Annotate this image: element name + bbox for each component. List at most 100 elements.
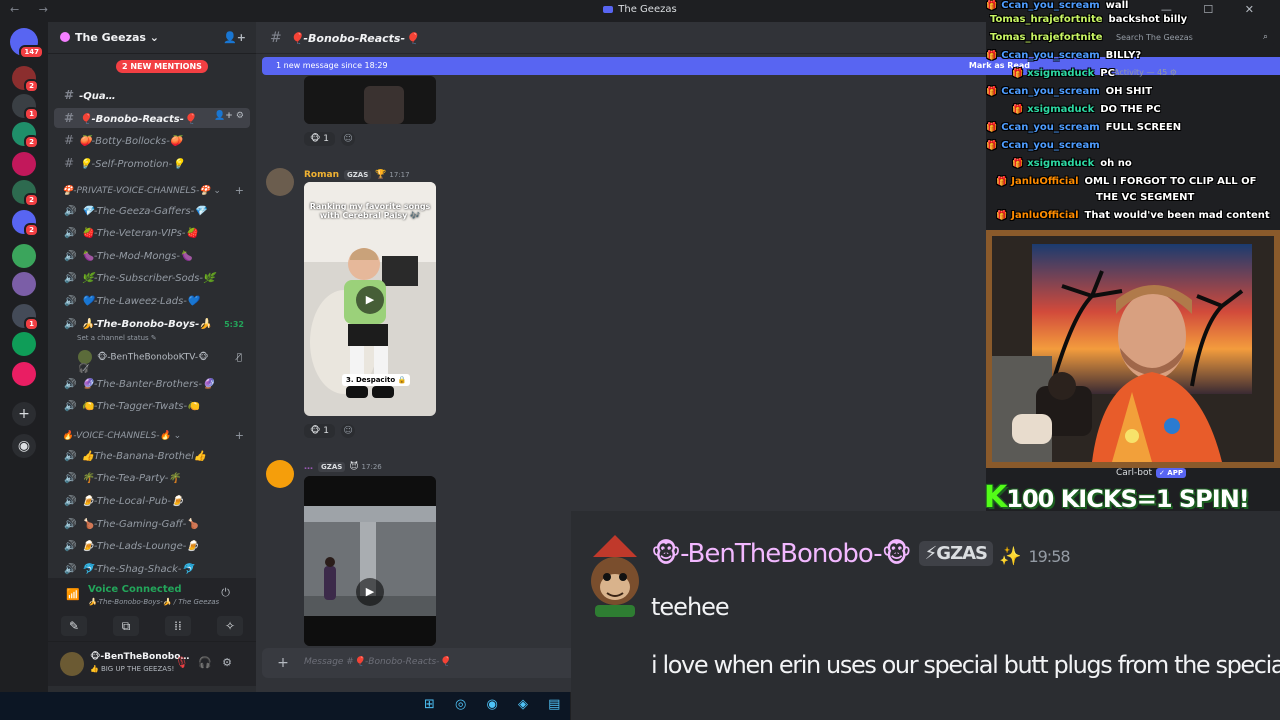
reaction-pill[interactable]: 🐵 1 <box>304 424 336 438</box>
stream-chat-overlay: 🎁 Ccan_you_scream wall Tomas_hrajefortnite b… <box>960 0 1280 230</box>
channel-label: 🍆-The-Mod-Mongs-🍆 <box>81 251 193 262</box>
server-icon[interactable] <box>12 152 36 176</box>
explore-icon[interactable]: ◉ <box>12 434 36 458</box>
channel-status-hint[interactable]: Set a channel status ✎ <box>77 334 157 342</box>
server-icon[interactable]: 2 <box>12 210 39 237</box>
channel-item[interactable]: 🔊 💎-The-Geeza-Gaffers-💎 <box>54 203 250 223</box>
add-reaction-icon[interactable]: ☺ <box>341 424 356 438</box>
gift-badge-icon: 🎁 <box>996 211 1008 221</box>
channel-item[interactable]: 🔊 🍺-The-Local-Pub-🍺 <box>54 493 250 513</box>
server-icon[interactable]: 1 <box>12 94 39 121</box>
play-icon[interactable]: ▶ <box>356 578 384 606</box>
chat-username: JanluOfficial <box>1011 176 1079 187</box>
mic-muted-icon[interactable]: 🎙 <box>174 656 198 669</box>
server-icon[interactable] <box>12 332 36 356</box>
play-icon[interactable]: ▶ <box>356 286 384 314</box>
avatar[interactable] <box>266 168 294 196</box>
channel-item[interactable]: 🔊 🍋-The-Tagger-Twats-🍋 <box>54 398 250 418</box>
taskbar: ⊞ ◎ ◉ ◈ ▤ <box>0 692 570 720</box>
server-icon[interactable]: 2 <box>12 180 39 207</box>
camera-off-icon[interactable]: ✎ <box>61 616 87 636</box>
server-icon[interactable]: 1 <box>12 304 39 331</box>
author-name: 🐵-BenTheBonobo-🐵 <box>651 539 912 569</box>
new-mentions-pill[interactable]: 2 NEW MENTIONS <box>116 60 208 73</box>
channel-settings-icon[interactable]: 👤+ ⚙ <box>214 111 244 121</box>
speaker-icon: 🔊 <box>64 296 77 307</box>
voice-connected-panel: 📶 Voice Connected 🍌-The-Bonobo-Boys-🍌 / … <box>48 578 256 642</box>
composer-placeholder[interactable]: Message #🎈-Bonobo-Reacts-🎈 <box>304 657 451 667</box>
add-attachment-icon[interactable]: + <box>274 654 292 672</box>
media-attachment-prev[interactable] <box>304 76 436 124</box>
add-reaction-icon[interactable]: ☺ <box>341 132 356 146</box>
channel-item[interactable]: 🔊 🍓-The-Veteran-VIPs-🍓 <box>54 225 250 245</box>
server-icon[interactable]: 2 <box>12 122 39 149</box>
channel-item[interactable]: 🔊 🍌-The-Bonobo-Boys-🍌 5:32 <box>54 316 250 336</box>
chat-message: wall <box>1105 0 1129 11</box>
signal-icon[interactable]: 📶 <box>66 588 80 601</box>
mention-badge: 147 <box>19 45 44 59</box>
video-thumbnail <box>304 76 436 124</box>
bot-name: Carl-bot <box>1116 468 1152 478</box>
timestamp: 17:17 <box>389 171 410 179</box>
message-header: … GZAS 😈 17:26 <box>304 462 382 472</box>
channel-item[interactable]: # -Qua… <box>54 85 250 105</box>
video-thumbnail <box>304 476 436 646</box>
voice-channel-path: 🍌-The-Bonobo-Boys-🍌 / The Geezas <box>88 598 220 606</box>
server-icon[interactable] <box>12 272 36 296</box>
channel-item[interactable]: 🔊 🍺-The-Lads-Lounge-🍺 <box>54 538 250 558</box>
server-icon[interactable]: 2 <box>12 66 39 93</box>
channel-label: 💡-Self-Promotion-💡 <box>79 159 185 170</box>
channel-item[interactable]: # 💡-Self-Promotion-💡 <box>54 153 250 173</box>
carlbot-label: Carl-bot ✓ APP <box>1116 468 1186 478</box>
chat-message: FULL SCREEN <box>1105 122 1182 133</box>
channel-item[interactable]: # 🎈-Bonobo-Reacts-🎈 👤+ ⚙ <box>54 108 250 128</box>
avatar[interactable] <box>60 652 84 676</box>
stream-chat-line: 🎁 JanluOfficial OML I FORGOT TO CLIP ALL O… <box>996 176 1256 187</box>
speaker-icon: 🔊 <box>64 319 77 330</box>
reaction-pill[interactable]: 🐵 1 <box>304 132 336 146</box>
channel-item[interactable]: 🔊 🍆-The-Mod-Mongs-🍆 <box>54 248 250 268</box>
voice-connected-label[interactable]: Voice Connected <box>88 584 182 595</box>
chat-message: PC <box>1100 68 1115 79</box>
reaction-row: 🐵 1 ☺ <box>304 424 356 442</box>
stream-chat-line: 🎁 Ccan_you_scream BILLY? <box>986 50 1141 61</box>
channel-category[interactable]: 🔥-VOICE-CHANNELS-🔥 ⌄ <box>62 431 181 441</box>
channel-item[interactable]: 🔊 👍The-Banana-Brothel👍 <box>54 448 250 468</box>
speaker-icon: 🔊 <box>64 451 77 462</box>
speaker-icon: 🔊 <box>64 206 77 217</box>
disconnect-icon[interactable]: ⏻ <box>221 586 240 600</box>
channel-item[interactable]: 🔊 🌿-The-Subscriber-Sods-🌿 <box>54 270 250 290</box>
author-name[interactable]: … <box>304 462 313 472</box>
channel-item[interactable]: 🔊 🔮-The-Banter-Brothers-🔮 <box>54 376 250 396</box>
server-icon[interactable] <box>12 362 36 386</box>
channel-category[interactable]: 🍄-PRIVATE-VOICE-CHANNELS-🍄 ⌄ <box>62 186 221 196</box>
taskbar-icons[interactable]: ⊞ ◎ ◉ ◈ ▤ <box>424 697 568 712</box>
channel-item[interactable]: # 🍑-Botty-Bollocks-🍑 <box>54 130 250 150</box>
avatar[interactable] <box>266 460 294 488</box>
activities-icon[interactable]: ⁞⁞ <box>165 616 191 636</box>
create-channel-icon[interactable]: + <box>235 429 244 442</box>
guild-tag: GZAS <box>343 170 372 180</box>
new-messages-text: 1 new message since 18:29 <box>276 61 388 70</box>
server-icon[interactable] <box>12 244 36 268</box>
settings-gear-icon[interactable]: ⚙ <box>222 656 242 669</box>
soundboard-icon[interactable]: ✧ <box>217 616 243 636</box>
create-channel-icon[interactable]: + <box>235 184 244 197</box>
guild-header[interactable]: The Geezas ⌄ 👤+ <box>48 22 256 54</box>
home-button[interactable]: 147 <box>10 28 44 59</box>
channel-item[interactable]: 🔊 🌴-The-Tea-Party-🌴 <box>54 470 250 490</box>
video-attachment[interactable] <box>304 476 436 646</box>
app-badge: ✓ APP <box>1156 468 1186 478</box>
author-name[interactable]: Roman <box>304 170 339 180</box>
highlighted-message-overlay: 🐵-BenTheBonobo-🐵 ⚡GZAS ✨ 19:58 teehee i lov… <box>571 511 1280 720</box>
unread-badge: 2 <box>24 79 39 93</box>
channel-item[interactable]: 🔊 💙-The-Laweez-Lads-💙 <box>54 293 250 313</box>
voice-member[interactable]: 🐵-BenTheBonoboKTV-🐵 🎙̸ 🎧̸ <box>78 350 256 374</box>
add-server-icon[interactable]: + <box>12 402 36 426</box>
message-header: Roman GZAS 🏆 17:17 <box>304 170 410 180</box>
screen-share-icon[interactable]: ⧉ <box>113 616 139 636</box>
channel-item[interactable]: 🔊 🍗-The-Gaming-Gaff-🍗 <box>54 516 250 536</box>
invite-icon[interactable]: 👤+ <box>223 31 246 44</box>
chat-username: Ccan_you_scream <box>1001 50 1100 61</box>
deafened-icon[interactable]: 🎧 <box>198 656 222 669</box>
